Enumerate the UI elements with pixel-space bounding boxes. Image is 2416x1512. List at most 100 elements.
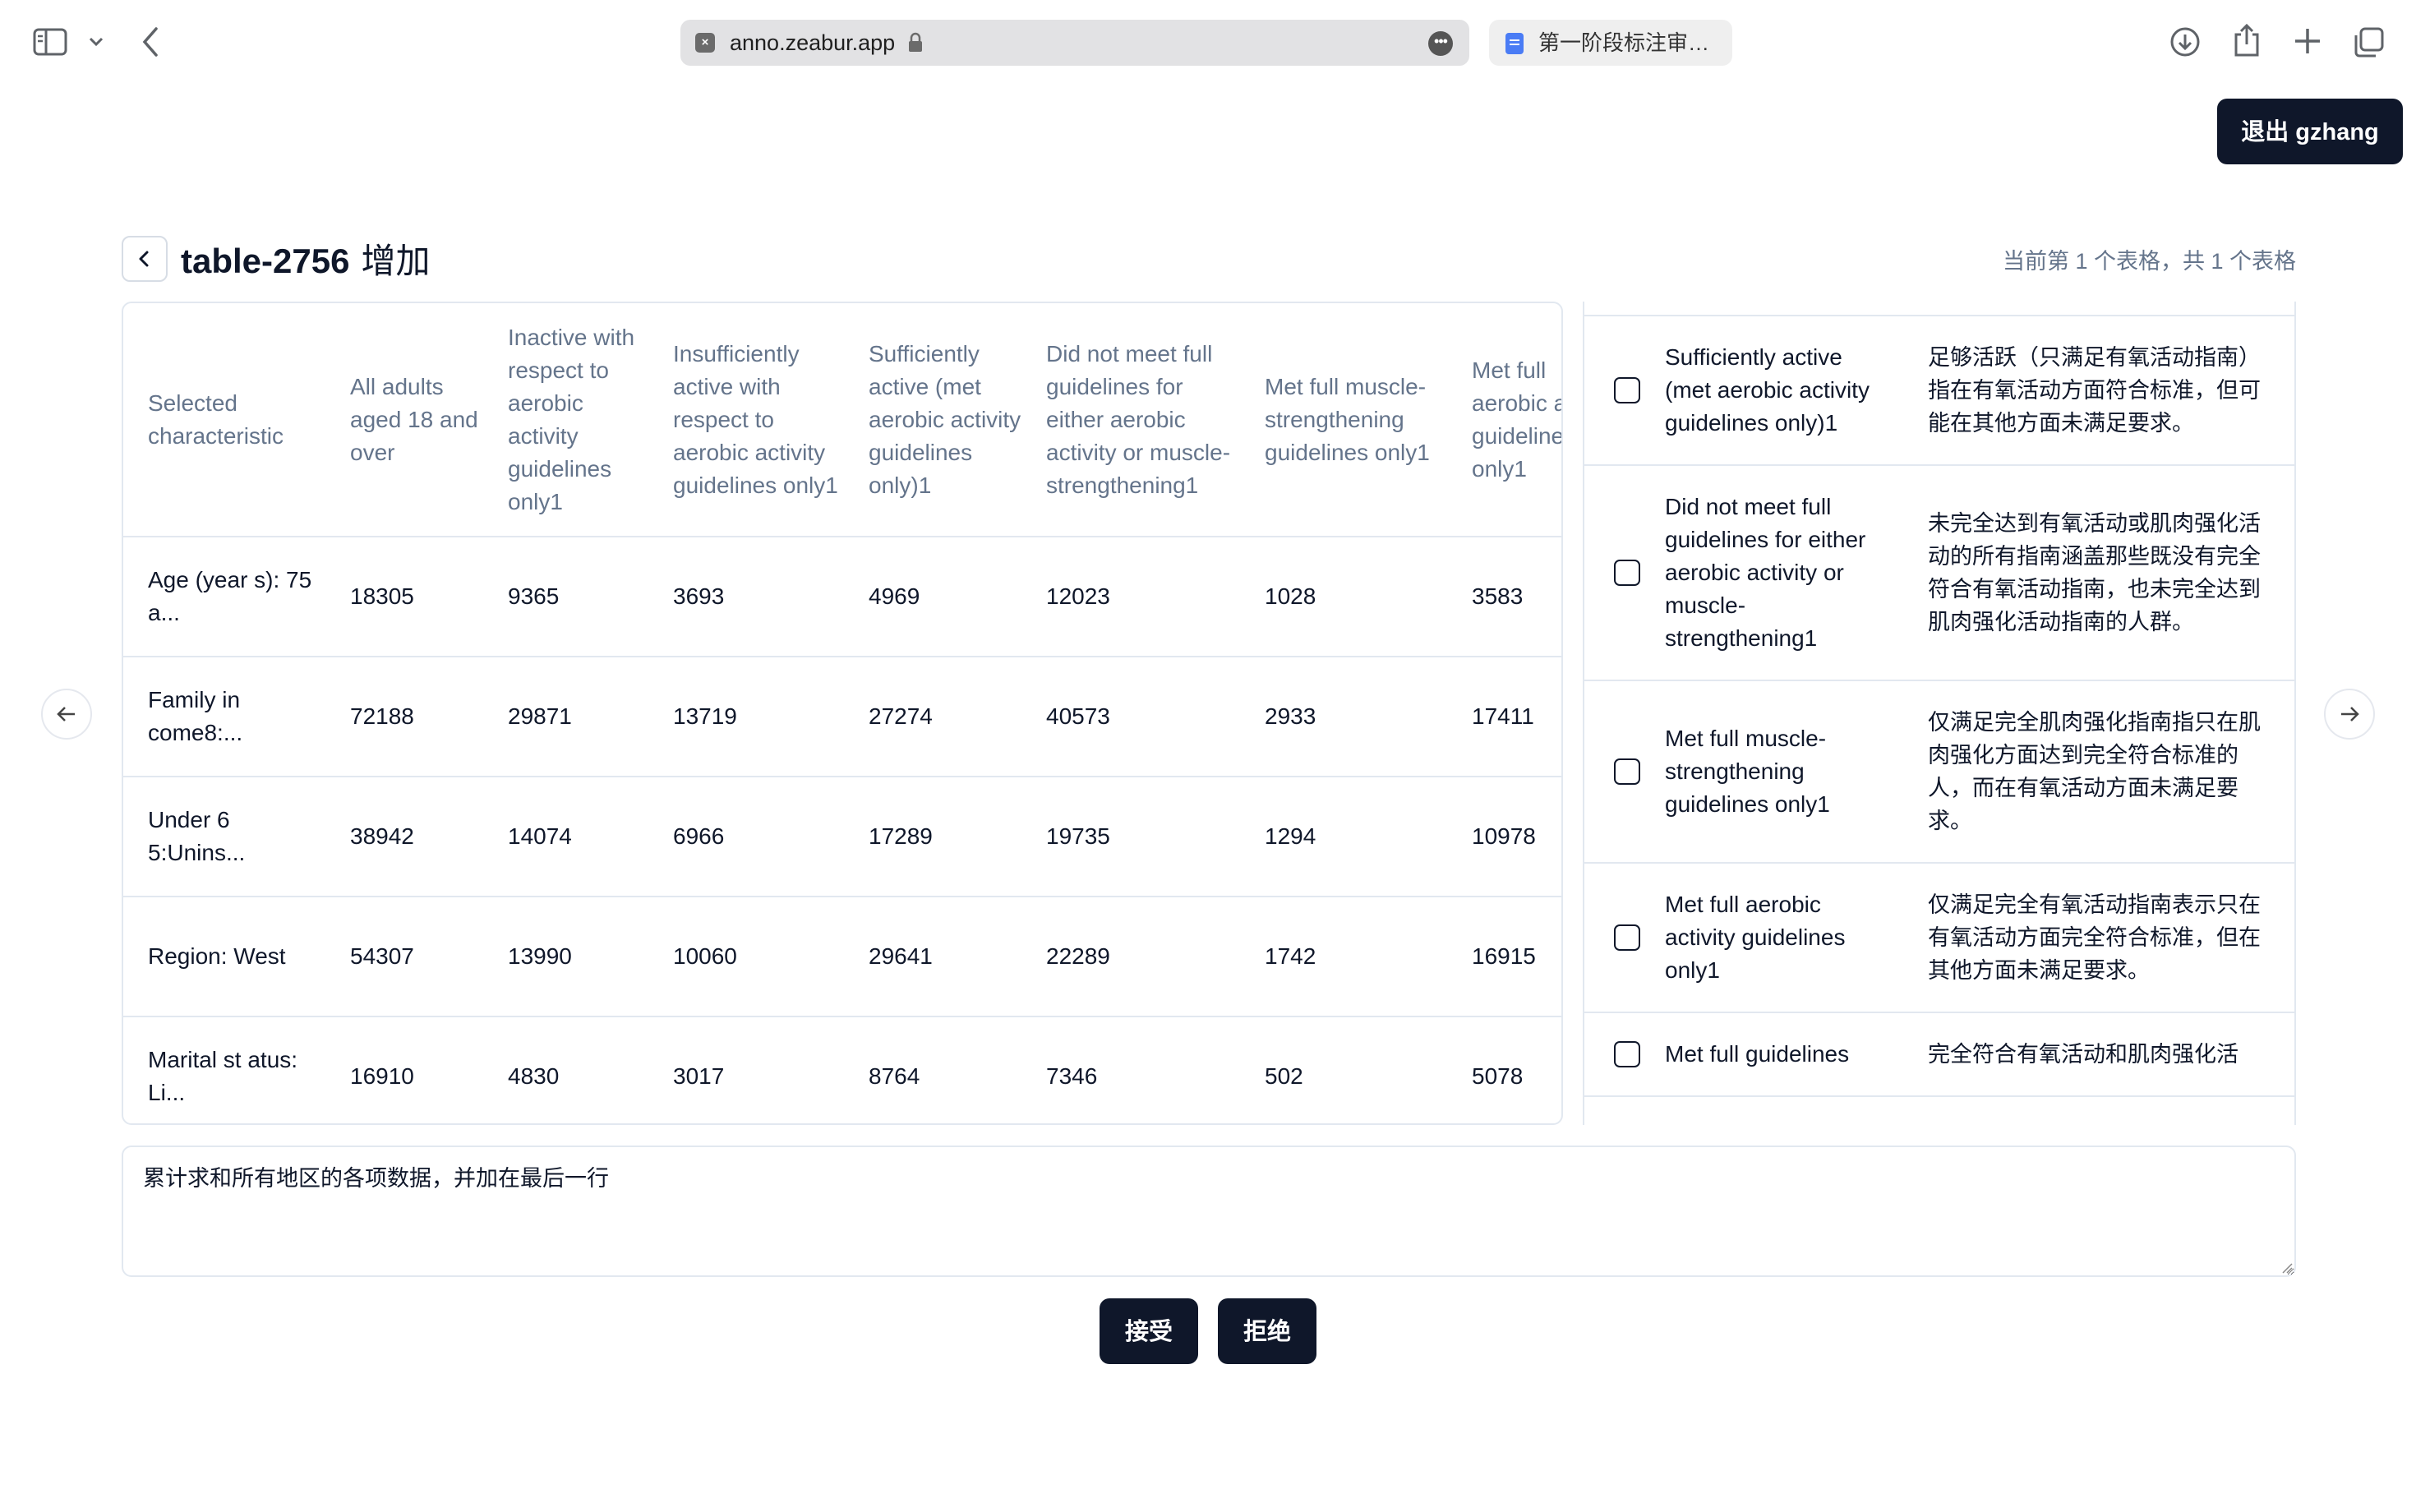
operation-label: 增加 — [361, 242, 431, 280]
download-icon[interactable] — [2169, 26, 2201, 62]
logout-button[interactable]: 退出 gzhang — [2217, 99, 2403, 164]
column-select-checkbox[interactable] — [1614, 924, 1640, 951]
table-id: table-2756 — [181, 242, 350, 280]
column-header: Met full aerobic activity guidelines onl… — [1447, 303, 1561, 537]
table-cell: 14074 — [483, 777, 648, 897]
column-select-checkbox[interactable] — [1614, 560, 1640, 586]
table-cell: 1294 — [1240, 777, 1447, 897]
table-cell: 4830 — [483, 1016, 648, 1123]
column-header: Insufficiently active with respect to ae… — [648, 303, 844, 537]
table-cell: 13990 — [483, 897, 648, 1017]
column-description-zh: 足够活跃（只满足有氧活动指南）指在有氧活动方面符合标准，但可能在其他方面未满足要… — [1928, 345, 2261, 436]
list-item: Sufficiently active (met aerobic activit… — [1584, 315, 2294, 466]
tab-title: 第一阶段标注审… — [1538, 30, 1710, 55]
previous-table-button[interactable] — [41, 689, 92, 740]
back-button[interactable] — [122, 236, 168, 282]
data-table-panel[interactable]: Selected characteristic All adults aged … — [122, 302, 1563, 1125]
list-item: Met full guidelines 完全符合有氧活动和肌肉强化活 — [1584, 1013, 2294, 1097]
tab-overview-icon[interactable] — [2352, 26, 2385, 63]
table-cell: 8764 — [844, 1016, 1021, 1123]
reject-button[interactable]: 拒绝 — [1218, 1298, 1316, 1364]
column-name-en: Met full aerobic activity guidelines onl… — [1665, 892, 1846, 983]
column-description-zh: 未完全达到有氧活动或肌肉强化活动的所有指南涵盖那些既没有完全符合有氧活动指南，也… — [1928, 511, 2261, 634]
row-label-cell: Family in come8:... — [123, 657, 325, 777]
table-cell: 19735 — [1021, 777, 1240, 897]
row-label-cell: Region: West — [123, 897, 325, 1017]
table-cell: 54307 — [325, 897, 483, 1017]
column-header: Did not meet full guidelines for either … — [1021, 303, 1240, 537]
table-header-row: Selected characteristic All adults aged … — [123, 303, 1561, 537]
column-description-zh: 完全符合有氧活动和肌肉强化活 — [1928, 1042, 2238, 1067]
next-table-button[interactable] — [2324, 689, 2375, 740]
browser-back-icon[interactable] — [141, 26, 159, 62]
document-icon — [1505, 33, 1524, 54]
table-cell: 10978 — [1447, 777, 1561, 897]
resize-handle-icon[interactable] — [2281, 1262, 2293, 1278]
table-cell: 5078 — [1447, 1016, 1561, 1123]
chevron-down-icon[interactable] — [89, 36, 104, 52]
browser-toolbar: × anno.zeabur.app ••• 第一阶段标注审… — [0, 0, 2416, 85]
share-icon[interactable] — [2232, 23, 2262, 62]
table-cell: 40573 — [1021, 657, 1240, 777]
table-cell: 3017 — [648, 1016, 844, 1123]
instruction-textarea[interactable]: 累计求和所有地区的各项数据，并加在最后一行 — [122, 1146, 2296, 1277]
column-header: Selected characteristic — [123, 303, 325, 537]
table-cell: 27274 — [844, 657, 1021, 777]
table-row: Age (year s): 75 a... 18305 9365 3693 49… — [123, 537, 1561, 657]
table-cell: 12023 — [1021, 537, 1240, 657]
tab-annotation-review[interactable]: 第一阶段标注审… — [1489, 20, 1732, 66]
table-cell: 29871 — [483, 657, 648, 777]
table-cell: 1028 — [1240, 537, 1447, 657]
site-favicon-icon: × — [695, 33, 715, 53]
table-cell: 17289 — [844, 777, 1021, 897]
column-name-en: Sufficiently active (met aerobic activit… — [1665, 344, 1870, 436]
sidebar-toggle-icon[interactable] — [33, 28, 67, 60]
table-cell: 16915 — [1447, 897, 1561, 1017]
table-cell: 2933 — [1240, 657, 1447, 777]
table-cell: 10060 — [648, 897, 844, 1017]
arrow-left-icon — [57, 707, 75, 721]
row-label-cell: Under 6 5:Unins... — [123, 777, 325, 897]
table-cell: 18305 — [325, 537, 483, 657]
column-select-checkbox[interactable] — [1614, 758, 1640, 785]
accept-button[interactable]: 接受 — [1100, 1298, 1198, 1364]
table-cell: 1742 — [1240, 897, 1447, 1017]
column-description-zh: 仅满足完全有氧活动指南表示只在有氧活动方面完全符合标准，但在其他方面未满足要求。 — [1928, 892, 2261, 983]
chevron-left-icon — [139, 251, 149, 267]
new-tab-icon[interactable] — [2293, 26, 2322, 60]
lock-icon — [907, 32, 924, 58]
table-cell: 29641 — [844, 897, 1021, 1017]
column-header: Sufficiently active (met aerobic activit… — [844, 303, 1021, 537]
row-label-cell: Age (year s): 75 a... — [123, 537, 325, 657]
table-row: Marital st atus: Li... 16910 4830 3017 8… — [123, 1016, 1561, 1123]
page-title: table-2756 增加 — [181, 233, 430, 284]
table-row: Under 6 5:Unins... 38942 14074 6966 1728… — [123, 777, 1561, 897]
table-cell: 3583 — [1447, 537, 1561, 657]
table-cell: 502 — [1240, 1016, 1447, 1123]
list-item: Met full muscle-strengthening guidelines… — [1584, 681, 2294, 864]
table-cell: 4969 — [844, 537, 1021, 657]
table-counter: 当前第 1 个表格，共 1 个表格 — [2002, 249, 2296, 274]
table-cell: 72188 — [325, 657, 483, 777]
list-item: Did not meet full guidelines for either … — [1584, 466, 2294, 681]
column-description-panel[interactable]: Sufficiently active (met aerobic activit… — [1583, 302, 2296, 1125]
row-label-cell: Marital st atus: Li... — [123, 1016, 325, 1123]
url-text[interactable]: anno.zeabur.app — [730, 20, 895, 66]
column-header: Met full muscle-strengthening guidelines… — [1240, 303, 1447, 537]
column-name-en: Did not meet full guidelines for either … — [1665, 494, 1866, 651]
page-menu-icon[interactable]: ••• — [1428, 31, 1453, 56]
table-cell: 6966 — [648, 777, 844, 897]
address-bar[interactable]: × anno.zeabur.app ••• — [680, 20, 1469, 66]
table-row: Region: West 54307 13990 10060 29641 222… — [123, 897, 1561, 1017]
list-item: Met full aerobic activity guidelines onl… — [1584, 864, 2294, 1013]
arrow-right-icon — [2341, 707, 2359, 721]
table-cell: 22289 — [1021, 897, 1240, 1017]
column-name-en: Met full muscle-strengthening guidelines… — [1665, 726, 1830, 817]
table-cell: 3693 — [648, 537, 844, 657]
column-select-checkbox[interactable] — [1614, 377, 1640, 403]
table-cell: 7346 — [1021, 1016, 1240, 1123]
column-select-checkbox[interactable] — [1614, 1041, 1640, 1067]
column-header: All adults aged 18 and over — [325, 303, 483, 537]
table-cell: 17411 — [1447, 657, 1561, 777]
table-cell: 38942 — [325, 777, 483, 897]
